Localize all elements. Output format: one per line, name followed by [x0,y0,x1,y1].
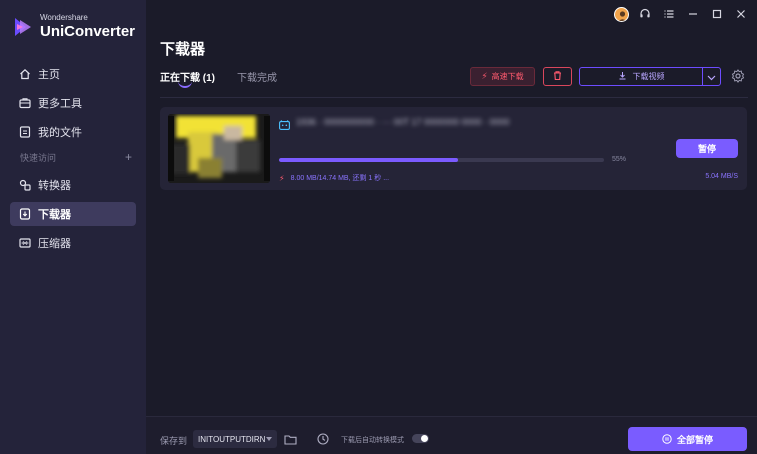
window-controls [605,6,749,22]
download-video-button[interactable]: 下载视频 [579,67,721,86]
sidebar-nav: 主页 更多工具 我的文件 快速访问 + 转换器 下载器 压缩器 [0,62,146,260]
lightning-icon: ⚡ [279,173,285,183]
files-icon [18,126,31,139]
settings-gear-icon[interactable] [731,69,745,83]
pause-all-label: 全部暂停 [676,434,713,445]
pause-button[interactable]: 暂停 [676,139,738,158]
download-speed: 5.04 MB/S [705,173,738,180]
tab-finished[interactable]: 下载完成 [237,69,277,90]
sidebar-item-label: 下载器 [38,209,71,221]
footer-bar: 保存到 INITOUTPUTDIRN 下载后自动转换模式 全部暂停 [146,416,757,454]
sidebar-item-label: 主页 [38,69,60,81]
turbo-download-label: 高速下载 [491,72,524,81]
menu-list-icon[interactable] [661,6,677,22]
save-to-label: 保存到 [160,436,188,446]
toolbox-icon [18,97,31,110]
download-video-label: 下载视频 [632,72,665,81]
converter-icon [18,179,31,192]
minimize-icon[interactable] [685,6,701,22]
quick-access-label: 快速访问 [20,152,57,163]
video-file-icon [279,117,290,130]
download-size-remaining: 8.00 MB/14.74 MB, 还剩 1 秒 ... [290,175,390,182]
sidebar-item-compressor[interactable]: 压缩器 [10,231,136,255]
lightning-icon: ⚡ [481,71,488,81]
app-logo[interactable]: Wondershare UniConverter [12,14,135,39]
logo-app-name: UniConverter [40,23,136,40]
page-title: 下载器 [160,41,206,58]
home-icon [18,68,31,81]
download-progress-percent: 55% [612,156,627,163]
chevron-down-icon [707,68,716,85]
sidebar-item-label: 我的文件 [38,127,82,139]
download-task-card: 1936 · 0000000000 · ··· 00T 17 0000000 0… [160,107,747,190]
download-progress-fill [279,158,458,162]
sidebar-item-label: 压缩器 [38,238,71,250]
tabs-divider [160,97,748,98]
sidebar-item-my-files[interactable]: 我的文件 [10,120,136,144]
video-file-name: 1936 · 0000000000 · ··· 00T 17 0000000 0… [296,117,510,127]
download-options-dropdown[interactable] [702,68,720,85]
delete-button[interactable] [543,67,572,86]
maximize-icon[interactable] [709,6,725,22]
close-icon[interactable] [733,6,749,22]
caret-down-icon [266,437,272,441]
avatar-icon [613,6,629,22]
user-avatar[interactable] [613,6,629,22]
download-tabs: 正在下载 (1) 下载完成 [160,69,299,90]
folder-icon[interactable] [284,432,297,445]
download-arrow-icon [618,71,627,82]
video-thumbnail [168,114,270,183]
sidebar-item-converter[interactable]: 转换器 [10,173,136,197]
downloader-icon [18,208,31,221]
sidebar-item-label: 更多工具 [38,98,82,110]
turbo-download-button[interactable]: ⚡ 高速下载 [470,67,535,86]
sidebar: Wondershare UniConverter 主页 更多工具 我的文件 快速… [0,0,146,454]
quick-access-section: 快速访问 + [20,149,136,165]
uniconverter-logo-icon [12,16,34,38]
schedule-clock-icon[interactable] [317,432,329,445]
trash-icon [552,68,563,86]
save-path-select[interactable]: INITOUTPUTDIRN [193,430,277,448]
sidebar-item-downloader[interactable]: 下载器 [10,202,136,226]
auto-convert-toggle[interactable] [412,434,429,443]
download-progress-bar [279,158,604,162]
auto-convert-label: 下载后自动转换模式 [341,437,404,444]
download-meta: ⚡ 8.00 MB/14.74 MB, 还剩 1 秒 ... [279,173,389,183]
compressor-icon [18,237,31,250]
sidebar-item-home[interactable]: 主页 [10,62,136,86]
main-panel: 下载器 正在下载 (1) 下载完成 ⚡ 高速下载 下载视频 1936 · 000… [146,0,757,454]
pause-all-button[interactable]: 全部暂停 [628,427,747,451]
support-headset-icon[interactable] [637,6,653,22]
save-path-value: INITOUTPUTDIRN [198,434,266,444]
logo-brand: Wondershare [40,13,88,22]
tab-downloading[interactable]: 正在下载 (1) [160,69,215,90]
add-quick-access-icon[interactable]: + [125,150,132,164]
sidebar-item-more-tools[interactable]: 更多工具 [10,91,136,115]
download-video-main[interactable]: 下载视频 [580,68,702,85]
sidebar-item-label: 转换器 [38,180,71,192]
pause-circle-icon [662,434,672,444]
